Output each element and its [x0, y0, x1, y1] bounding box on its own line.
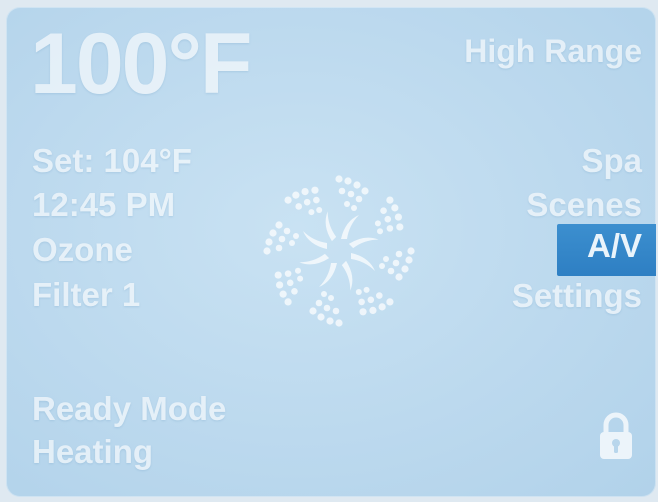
menu-item-scenes[interactable]: Scenes	[526, 188, 642, 221]
swirl-jets-icon[interactable]	[254, 165, 424, 337]
current-temperature: 100°F	[30, 16, 252, 112]
filter-status: Filter 1	[32, 276, 141, 313]
set-point[interactable]: Set: 104°F	[32, 144, 192, 177]
menu-item-settings[interactable]: Settings	[512, 279, 642, 312]
ozone-status: Ozone	[32, 231, 133, 268]
menu-item-spa[interactable]: Spa	[581, 144, 642, 177]
ready-mode[interactable]: Ready Mode	[32, 392, 226, 425]
lock-icon[interactable]	[598, 411, 634, 461]
heating-status: Heating	[32, 433, 154, 470]
menu-item-av[interactable]: A/V	[556, 224, 656, 276]
spa-control-panel: 100°F High Range Set: 104°F 12:45 PM Ozo…	[6, 7, 656, 497]
range-button[interactable]: High Range	[464, 35, 642, 67]
clock[interactable]: 12:45 PM	[32, 188, 175, 221]
